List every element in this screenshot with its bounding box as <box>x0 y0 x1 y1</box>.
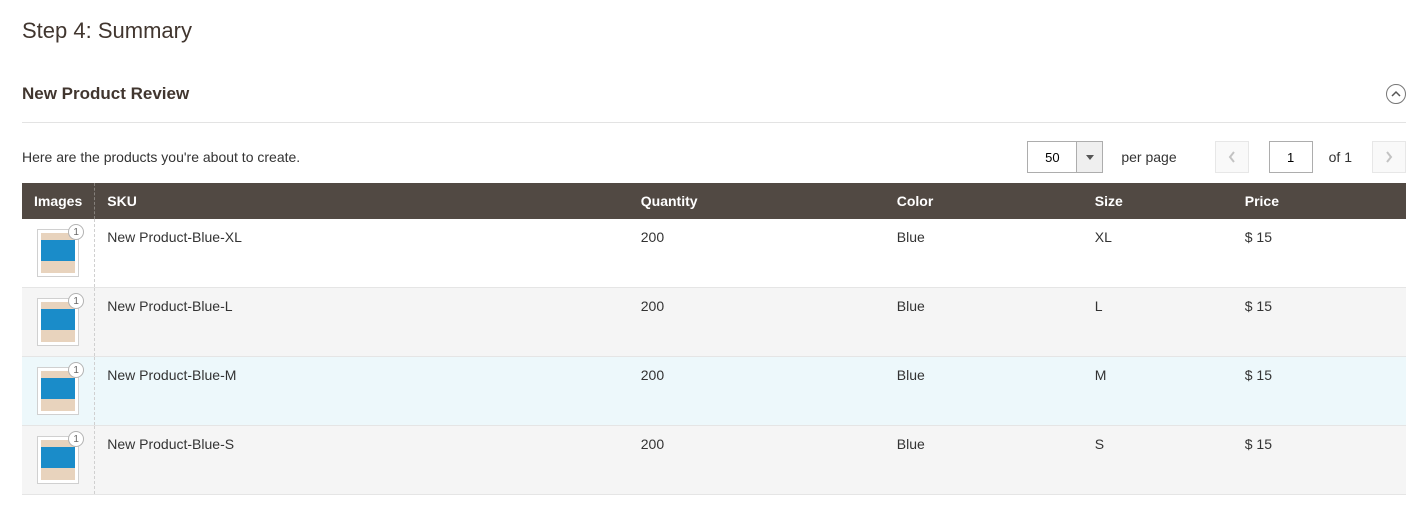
table-row: 1 New Product-Blue-M 200 Blue M $ 15 <box>22 357 1406 426</box>
cell-sku: New Product-Blue-L <box>95 288 629 357</box>
prev-page-button[interactable] <box>1215 141 1249 173</box>
table-row: 1 New Product-Blue-XL 200 Blue XL $ 15 <box>22 219 1406 288</box>
image-count-badge: 1 <box>68 293 84 309</box>
cell-quantity: 200 <box>629 219 885 288</box>
table-row: 1 New Product-Blue-S 200 Blue S $ 15 <box>22 426 1406 495</box>
product-thumbnail[interactable]: 1 <box>37 436 79 484</box>
cell-price: $ 15 <box>1233 219 1406 288</box>
product-thumbnail[interactable]: 1 <box>37 229 79 277</box>
section-divider <box>22 122 1406 123</box>
header-color: Color <box>885 183 1083 219</box>
chevron-up-icon <box>1391 89 1401 99</box>
page-of-label: of 1 <box>1329 149 1352 165</box>
cell-sku: New Product-Blue-S <box>95 426 629 495</box>
chevron-left-icon <box>1228 151 1236 163</box>
image-count-badge: 1 <box>68 431 84 447</box>
product-thumbnail[interactable]: 1 <box>37 367 79 415</box>
products-table: Images SKU Quantity Color Size Price 1 N… <box>22 183 1406 495</box>
header-quantity: Quantity <box>629 183 885 219</box>
table-row: 1 New Product-Blue-L 200 Blue L $ 15 <box>22 288 1406 357</box>
cell-color: Blue <box>885 357 1083 426</box>
cell-color: Blue <box>885 426 1083 495</box>
cell-images: 1 <box>22 219 95 288</box>
cell-color: Blue <box>885 219 1083 288</box>
cell-images: 1 <box>22 357 95 426</box>
cell-images: 1 <box>22 288 95 357</box>
next-page-button[interactable] <box>1372 141 1406 173</box>
cell-images: 1 <box>22 426 95 495</box>
caret-down-icon <box>1086 155 1094 160</box>
cell-color: Blue <box>885 288 1083 357</box>
cell-size: XL <box>1083 219 1233 288</box>
cell-price: $ 15 <box>1233 357 1406 426</box>
per-page-input[interactable] <box>1027 141 1077 173</box>
page-number-input[interactable] <box>1269 141 1313 173</box>
table-header-row: Images SKU Quantity Color Size Price <box>22 183 1406 219</box>
cell-quantity: 200 <box>629 357 885 426</box>
cell-sku: New Product-Blue-XL <box>95 219 629 288</box>
collapse-section-button[interactable] <box>1386 84 1406 104</box>
cell-price: $ 15 <box>1233 426 1406 495</box>
step-title: Step 4: Summary <box>22 18 1406 44</box>
product-thumbnail[interactable]: 1 <box>37 298 79 346</box>
image-count-badge: 1 <box>68 224 84 240</box>
header-price: Price <box>1233 183 1406 219</box>
per-page-dropdown-button[interactable] <box>1077 141 1103 173</box>
pager: per page of 1 <box>1027 141 1406 173</box>
header-sku: SKU <box>95 183 629 219</box>
cell-size: L <box>1083 288 1233 357</box>
header-size: Size <box>1083 183 1233 219</box>
cell-quantity: 200 <box>629 288 885 357</box>
cell-size: M <box>1083 357 1233 426</box>
chevron-right-icon <box>1385 151 1393 163</box>
cell-quantity: 200 <box>629 426 885 495</box>
image-count-badge: 1 <box>68 362 84 378</box>
per-page-label: per page <box>1121 149 1176 165</box>
section-title: New Product Review <box>22 84 189 104</box>
cell-price: $ 15 <box>1233 288 1406 357</box>
intro-text: Here are the products you're about to cr… <box>22 149 300 165</box>
cell-size: S <box>1083 426 1233 495</box>
cell-sku: New Product-Blue-M <box>95 357 629 426</box>
header-images: Images <box>22 183 95 219</box>
